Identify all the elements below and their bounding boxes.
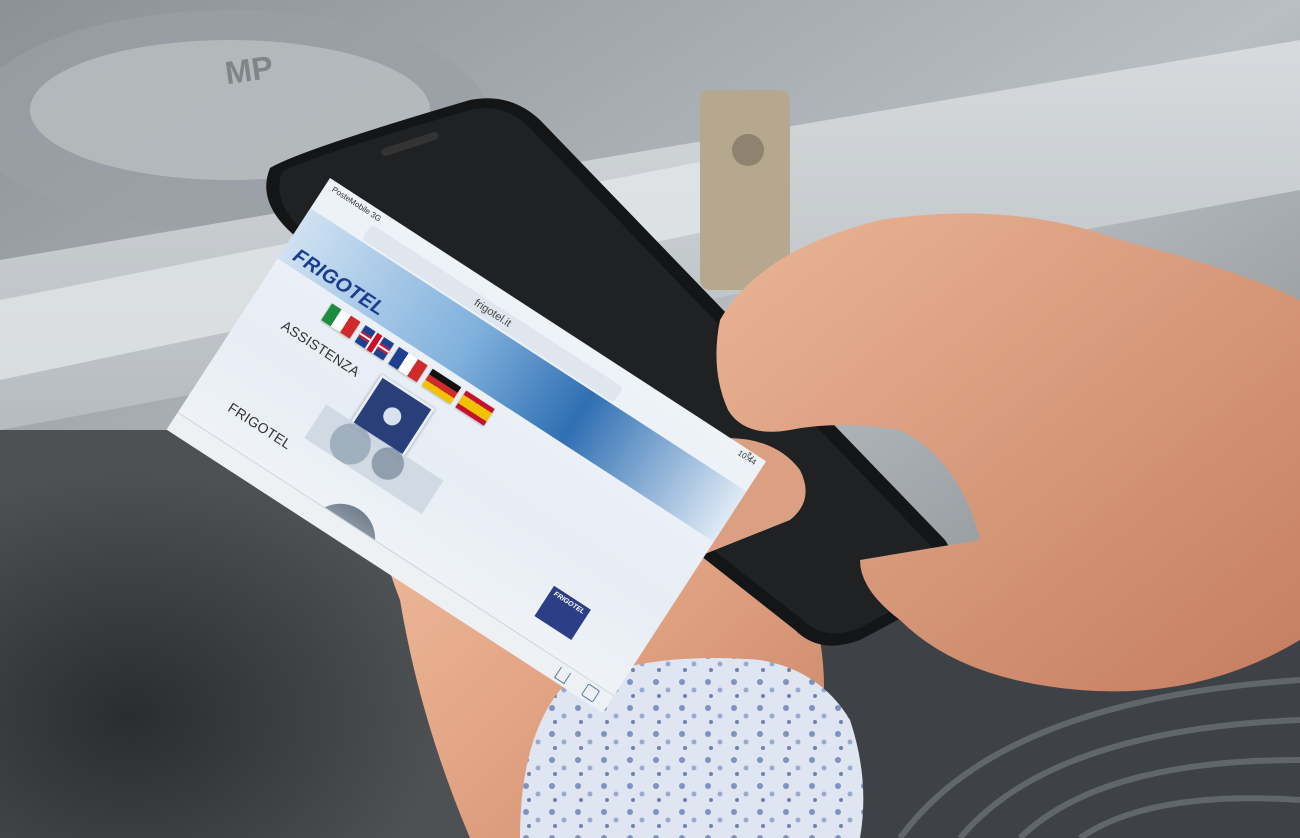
background-label: MP xyxy=(222,48,276,92)
person-icon xyxy=(379,403,405,429)
tabs-icon[interactable] xyxy=(580,683,601,703)
share-icon[interactable] xyxy=(554,666,572,685)
side-badge[interactable]: FRIGOTEL xyxy=(534,585,591,640)
photo-scene: PosteMobile 3G 10:44 ↻ frigotel.it FRIGO… xyxy=(0,0,1300,838)
section-title-frigotel[interactable]: FRIGOTEL xyxy=(225,399,294,452)
